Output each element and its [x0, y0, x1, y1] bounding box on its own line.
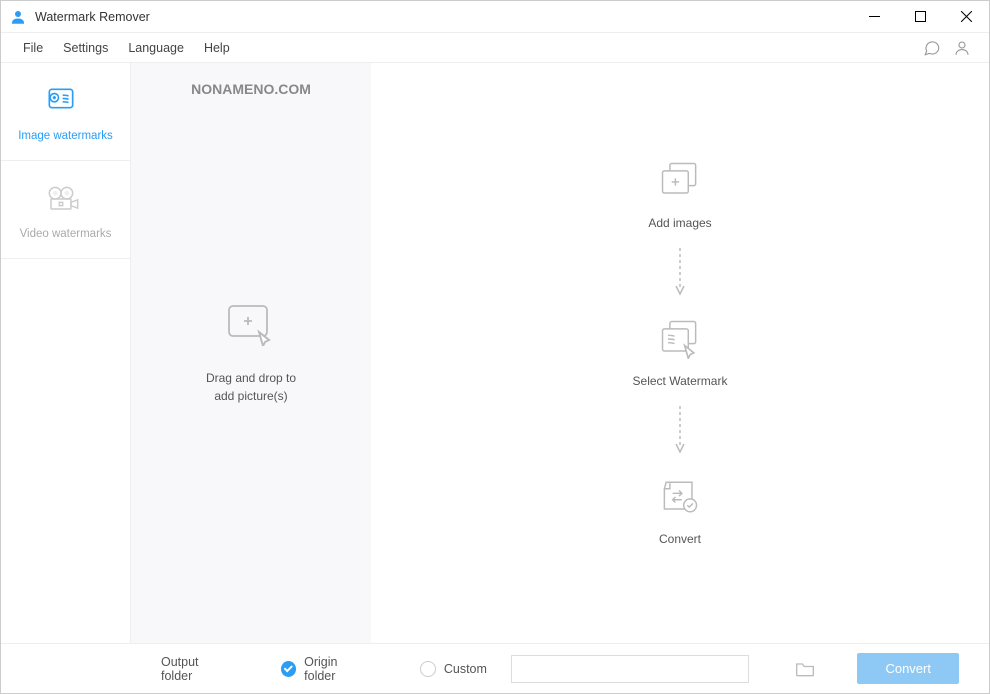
main-area: Image watermarks Video watermarks NONAME…: [1, 63, 989, 643]
bottom-bar: Output folder Origin folder Custom Conve…: [1, 643, 989, 693]
radio-label: Origin folder: [304, 655, 368, 683]
step-label: Add images: [648, 216, 711, 230]
radio-label: Custom: [444, 662, 487, 676]
drop-zone-text: Drag and drop to add picture(s): [206, 369, 296, 405]
add-picture-icon: [225, 302, 277, 351]
radio-checked-icon: [281, 661, 296, 677]
page-watermark-overlay: NONAMENO.COM: [191, 81, 311, 97]
sidebar: Image watermarks Video watermarks: [1, 63, 131, 643]
titlebar: Watermark Remover: [1, 1, 989, 33]
step-select-watermark: Select Watermark: [633, 319, 728, 388]
maximize-button[interactable]: [897, 1, 943, 32]
step-label: Convert: [657, 532, 703, 546]
output-folder-label: Output folder: [161, 655, 230, 683]
account-icon[interactable]: [947, 39, 977, 57]
close-button[interactable]: [943, 1, 989, 32]
step-label: Select Watermark: [633, 374, 728, 388]
custom-path-input[interactable]: [511, 655, 749, 683]
sidebar-item-video-watermarks[interactable]: Video watermarks: [1, 161, 130, 259]
feedback-icon[interactable]: [917, 39, 947, 57]
radio-origin-folder[interactable]: Origin folder: [281, 655, 369, 683]
arrow-down-icon: [675, 406, 685, 459]
step-add-images: Add images: [648, 161, 711, 230]
menu-language[interactable]: Language: [118, 37, 194, 59]
convert-button[interactable]: Convert: [857, 653, 959, 684]
browse-folder-button[interactable]: [791, 660, 820, 678]
radio-unchecked-icon: [420, 661, 436, 677]
radio-custom-folder[interactable]: Custom: [420, 661, 487, 677]
window-title: Watermark Remover: [35, 10, 851, 24]
sidebar-item-image-watermarks[interactable]: Image watermarks: [1, 63, 130, 161]
menu-file[interactable]: File: [13, 37, 53, 59]
step-convert: Convert: [657, 477, 703, 546]
menu-bar: File Settings Language Help: [1, 33, 989, 63]
arrow-down-icon: [675, 248, 685, 301]
window-controls: [851, 1, 989, 32]
minimize-button[interactable]: [851, 1, 897, 32]
steps-panel: Add images Select Watermark: [371, 63, 989, 643]
menu-help[interactable]: Help: [194, 37, 240, 59]
sidebar-item-label: Video watermarks: [7, 228, 124, 240]
drop-zone[interactable]: NONAMENO.COM Drag and drop to add pictur…: [131, 63, 371, 643]
sidebar-item-label: Image watermarks: [7, 130, 124, 142]
menu-settings[interactable]: Settings: [53, 37, 118, 59]
app-icon: [9, 8, 27, 26]
